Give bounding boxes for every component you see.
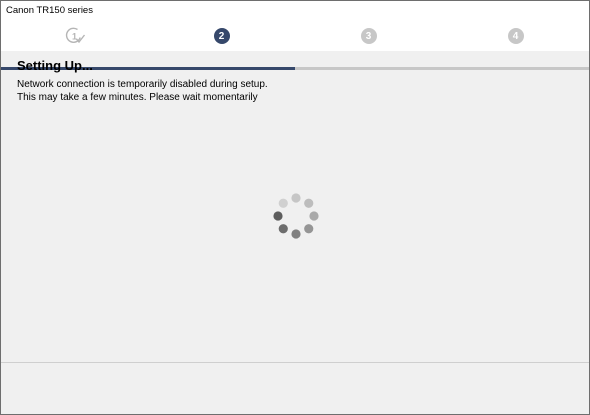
step-2: 2 <box>148 21 295 51</box>
step-3-number: 3 <box>360 28 377 44</box>
step-4-number: 4 <box>507 28 524 44</box>
setup-window: Canon TR150 series 1 2 3 4 Setting Up...… <box>0 0 590 415</box>
footer-divider <box>1 362 589 363</box>
message-line-2: This may take a few minutes. Please wait… <box>17 92 258 103</box>
step-indicator: 1 2 3 4 <box>1 21 589 70</box>
step-2-number: 2 <box>213 28 230 44</box>
spinner-dot <box>309 211 319 221</box>
spinner-dot <box>273 211 283 221</box>
step-3: 3 <box>295 21 442 51</box>
message-line-1: Network connection is temporarily disabl… <box>17 79 268 90</box>
spinner-dot <box>291 229 301 239</box>
spinner-dot <box>278 198 288 208</box>
spinner-dot <box>304 224 314 234</box>
loading-spinner-icon <box>271 191 321 241</box>
step-1-number: 1 <box>72 32 77 42</box>
page-heading: Setting Up... <box>17 58 93 73</box>
step-4: 4 <box>442 21 589 51</box>
title-bar: Canon TR150 series <box>1 1 589 21</box>
spinner-dot <box>304 198 314 208</box>
window-title: Canon TR150 series <box>6 5 93 16</box>
main-content: Setting Up... Network connection is temp… <box>17 58 577 104</box>
check-circle-1-icon: 1 <box>64 27 86 45</box>
spinner-dot <box>278 224 288 234</box>
step-1: 1 <box>1 21 148 51</box>
spinner-dot <box>291 193 301 203</box>
